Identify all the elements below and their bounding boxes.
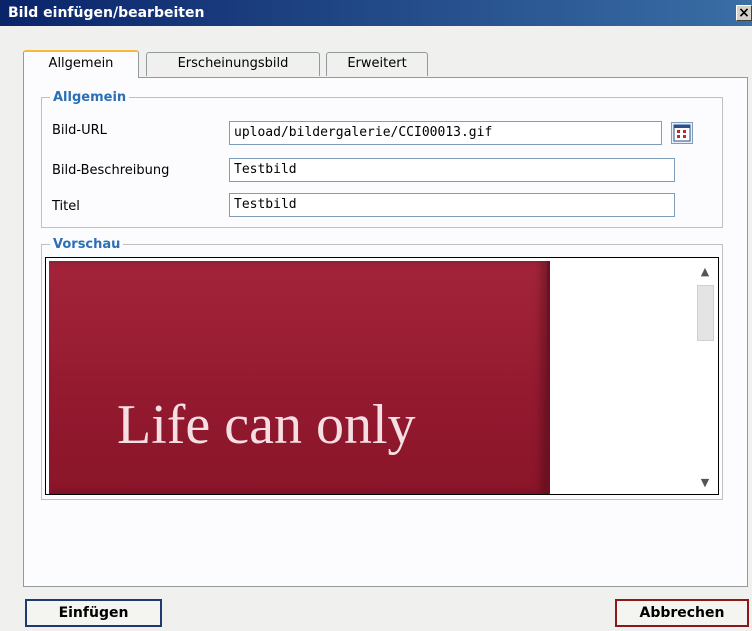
preview-image-text: Life can only: [117, 394, 416, 456]
preview-scrollbar[interactable]: ▲ ▼: [695, 261, 715, 494]
tab-erweitert[interactable]: Erweitert: [326, 52, 428, 76]
title-input[interactable]: Testbild: [229, 193, 675, 217]
insert-button[interactable]: Einfügen: [25, 599, 162, 627]
calendar-grid-icon: [673, 124, 691, 142]
scroll-up-icon[interactable]: ▲: [695, 263, 715, 281]
url-label: Bild-URL: [52, 123, 107, 138]
description-input[interactable]: Testbild: [229, 158, 675, 182]
scroll-thumb[interactable]: [697, 285, 714, 341]
scroll-down-icon[interactable]: ▼: [695, 474, 715, 492]
preview-image: Life can only: [49, 261, 550, 494]
tab-erscheinungsbild[interactable]: Erscheinungsbild: [146, 52, 320, 76]
url-input[interactable]: upload/bildergalerie/CCI00013.gif: [229, 121, 662, 145]
description-label: Bild-Beschreibung: [52, 163, 170, 178]
preview-legend: Vorschau: [53, 237, 121, 252]
browse-button[interactable]: [671, 122, 693, 144]
preview-area[interactable]: Life can only ▲ ▼: [45, 257, 719, 495]
cancel-button[interactable]: Abbrechen: [615, 599, 749, 627]
title-label: Titel: [52, 199, 80, 214]
tab-panel: Allgemein Bild-URL upload/bildergalerie/…: [23, 77, 748, 587]
close-icon[interactable]: ×: [736, 5, 752, 21]
tab-allgemein[interactable]: Allgemein: [23, 50, 139, 78]
general-legend: Allgemein: [53, 90, 127, 105]
dialog-titlebar: Bild einfügen/bearbeiten ×: [0, 0, 752, 26]
dialog-title: Bild einfügen/bearbeiten: [8, 5, 205, 21]
